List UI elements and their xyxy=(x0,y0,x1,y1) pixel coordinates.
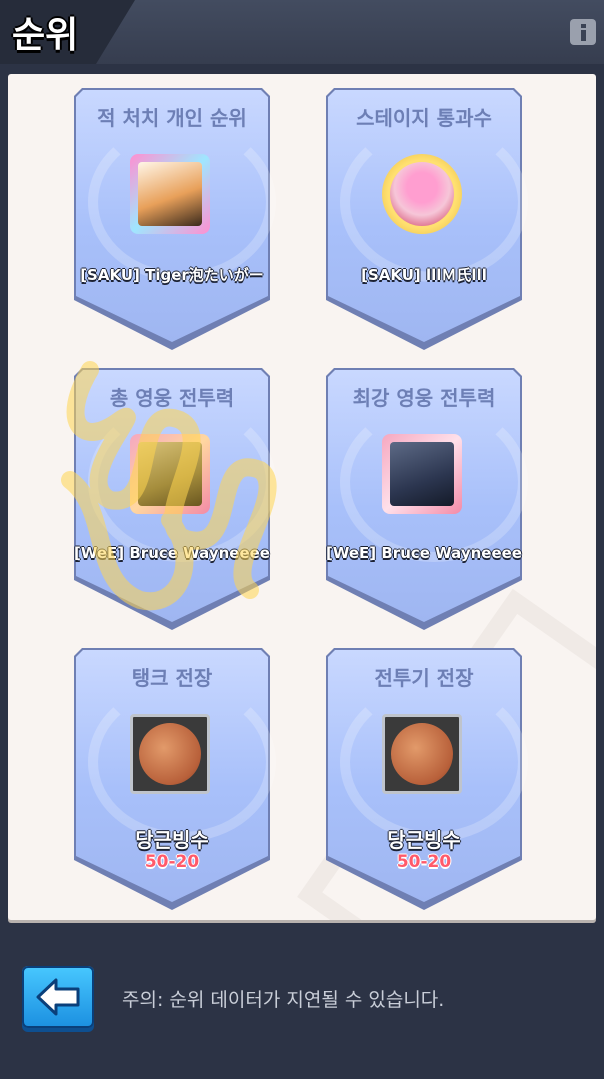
ranking-card-stages-cleared[interactable]: 스테이지 통과수 [SAKU] lllＭ氏lll xyxy=(326,88,528,350)
moon-avatar xyxy=(130,714,210,794)
top-bar: 순위 xyxy=(0,0,604,64)
avatar-image xyxy=(391,723,453,785)
player-name: 당근빙수 xyxy=(135,828,209,852)
avatar-image xyxy=(139,723,201,785)
avatar-image xyxy=(138,442,202,506)
avatar-image xyxy=(138,162,202,226)
ranking-card-fighter-battlefield[interactable]: 전투기 전장 당근빙수 50-20 xyxy=(326,648,528,910)
player-name: 당근빙수 xyxy=(387,828,461,852)
player-name: [WeE] Bruce Wayneeee xyxy=(326,544,522,562)
ranking-card-enemy-kills[interactable]: 적 처치 개인 순위 [SAKU] Tiger泡たいがー xyxy=(74,88,276,350)
stage-value: 50-20 xyxy=(396,852,452,872)
info-dot xyxy=(581,24,586,28)
card-title: 총 영웅 전투력 xyxy=(109,386,235,410)
heart-character-avatar xyxy=(382,154,462,234)
ranking-card-total-hero-power[interactable]: 총 영웅 전투력 [WeE] Bruce Wayneeee xyxy=(74,368,276,630)
card-title: 스테이지 통과수 xyxy=(356,106,492,130)
avatar-image xyxy=(390,442,454,506)
car-avatar-gold xyxy=(130,434,210,514)
delay-notice: 주의: 순위 데이터가 지연될 수 있습니다. xyxy=(122,989,445,1011)
player-name: [SAKU] Tiger泡たいがー xyxy=(80,266,264,284)
arrow-left-icon xyxy=(36,978,80,1016)
back-button[interactable] xyxy=(22,966,94,1028)
card-title: 전투기 전장 xyxy=(374,666,474,690)
ranking-card-top-hero-power[interactable]: 최강 영웅 전투력 [WeE] Bruce Wayneeee xyxy=(326,368,528,630)
page-title: 순위 xyxy=(12,15,79,56)
ranking-panel: 적 처치 개인 순위 [SAKU] Tiger泡たいがー 스테이지 통과수 [S… xyxy=(8,74,596,920)
info-bar xyxy=(581,30,586,41)
tiger-avatar xyxy=(130,154,210,234)
player-name: [WeE] Bruce Wayneeee xyxy=(74,544,270,562)
card-title: 최강 영웅 전투력 xyxy=(352,386,496,410)
player-name: [SAKU] lllＭ氏lll xyxy=(361,266,487,284)
card-title: 적 처치 개인 순위 xyxy=(97,106,247,130)
stage-value: 50-20 xyxy=(144,852,200,872)
avatar-image xyxy=(390,162,454,226)
car-avatar xyxy=(382,434,462,514)
info-icon[interactable] xyxy=(570,19,596,45)
ranking-card-tank-battlefield[interactable]: 탱크 전장 당근빙수 50-20 xyxy=(74,648,276,910)
moon-avatar xyxy=(382,714,462,794)
card-title: 탱크 전장 xyxy=(131,666,213,690)
